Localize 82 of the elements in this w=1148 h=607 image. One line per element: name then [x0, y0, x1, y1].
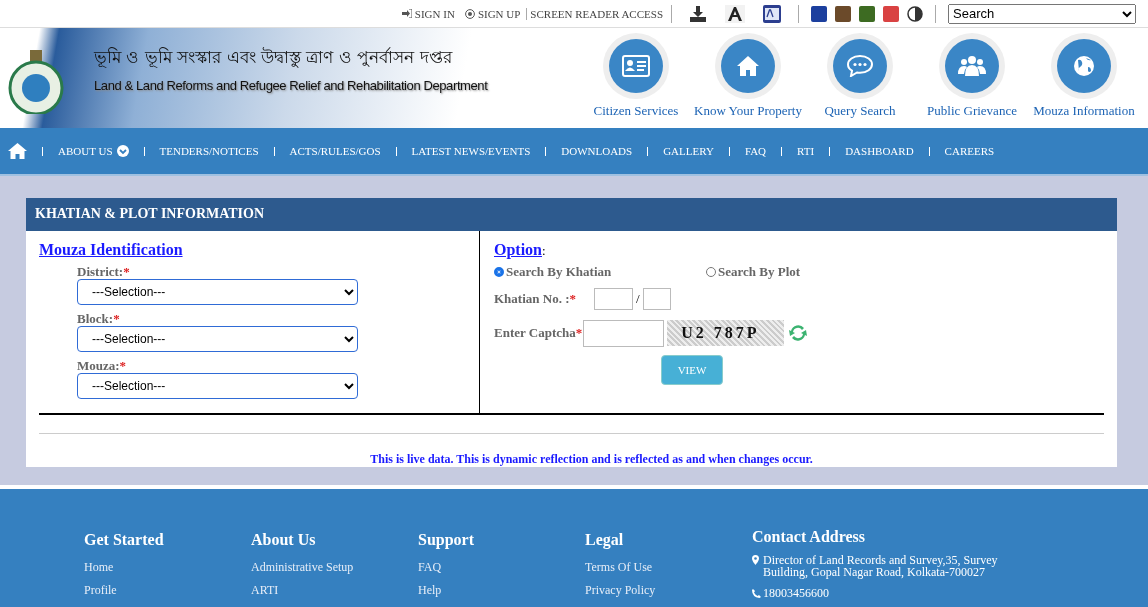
map-pin-icon — [752, 555, 759, 565]
home-link[interactable] — [8, 143, 27, 159]
contact-phone: 18003456600 — [763, 587, 829, 599]
chevron-down-icon — [116, 145, 129, 157]
theme-swatch[interactable] — [835, 5, 851, 22]
screen-reader-link[interactable]: SCREEN READER ACCESS — [530, 7, 663, 20]
selection-dropdown[interactable]: ---Selection--- — [77, 372, 358, 399]
footer-link[interactable]: Terms Of Use — [585, 560, 752, 575]
contrast-icon[interactable] — [907, 5, 923, 22]
speech-bubble-icon — [847, 55, 873, 77]
department-title: Land & Land Reforms and Refugee Relief and Rehabilitation Department — [94, 78, 488, 93]
panel-title: KHATIAN & PLOT INFORMATION — [26, 198, 1117, 231]
radio-option[interactable]: Search By Khatian — [494, 263, 706, 280]
radio-option[interactable]: Search By Plot — [706, 263, 918, 280]
field-label: Khatian No. :* — [494, 290, 577, 307]
globe-icon — [1073, 55, 1095, 77]
slash-text: / — [636, 290, 640, 307]
quick-link[interactable]: Public Grievance — [916, 28, 1028, 128]
theme-swatch[interactable] — [811, 5, 827, 22]
emblem-icon — [6, 50, 66, 114]
footer-link[interactable]: Help — [418, 583, 585, 598]
field-label: Mouza: — [77, 357, 120, 373]
nav-link[interactable]: GALLERY — [663, 145, 714, 157]
search-dropdown[interactable]: Search — [948, 3, 1136, 24]
id-card-icon — [622, 55, 650, 77]
nav-link[interactable]: CAREERS — [944, 145, 995, 157]
section-heading: Option — [494, 240, 542, 258]
selection-dropdown[interactable]: ---Selection--- — [77, 325, 358, 352]
department-title-bengali: ভূমি ও ভূমি সংস্কার এবং উদ্বাস্তু ত্রাণ ও পুনর্বাসন দপ্তর — [94, 46, 454, 70]
font-size-icon[interactable] — [725, 4, 745, 23]
phone-icon — [752, 588, 761, 598]
contact-address: Director of Land Records and Survey,35, Survey Building, Gopal Nagar Road, Kolkata-700027 — [763, 554, 999, 578]
nav-link[interactable]: RTI — [797, 145, 815, 157]
house-icon — [736, 55, 760, 77]
khatian-number-field[interactable] — [594, 287, 633, 310]
sign-in-link[interactable]: SIGN IN — [401, 7, 455, 20]
sign-in-icon — [401, 9, 412, 18]
language-icon[interactable] — [763, 4, 781, 23]
sign-up-link[interactable]: SIGN UP — [464, 7, 521, 20]
footer-link[interactable]: ARTI — [251, 583, 418, 598]
nav-link[interactable]: ACTS/RULES/GOS — [289, 145, 381, 157]
nav-link[interactable]: LATEST NEWS/EVENTS — [411, 145, 531, 157]
view-button[interactable]: VIEW — [661, 354, 723, 385]
people-icon — [958, 55, 986, 77]
captcha-field[interactable] — [583, 319, 665, 347]
quick-link[interactable]: Citizen Services — [580, 28, 692, 128]
nav-link[interactable]: DASHBOARD — [845, 145, 914, 157]
download-icon[interactable] — [689, 4, 707, 23]
footer-heading: Legal — [585, 531, 625, 549]
nav-link[interactable]: DOWNLOADS — [561, 145, 633, 157]
nav-menu-item[interactable]: ABOUT US — [58, 145, 129, 157]
required-asterisk: * — [119, 357, 127, 373]
nav-link[interactable]: TENDERS/NOTICES — [159, 145, 259, 157]
field-label: District: — [77, 263, 124, 279]
quick-link[interactable]: Know Your Property — [692, 28, 804, 128]
section-heading: Mouza Identification — [39, 240, 183, 258]
live-data-note: This is live data. This is dynamic reflection and is reflected as and when changes occur. — [369, 452, 813, 467]
refresh-icon[interactable] — [788, 323, 809, 344]
quick-link[interactable]: Mouza Information — [1028, 28, 1140, 128]
nav-link[interactable]: FAQ — [744, 145, 767, 157]
footer-link[interactable]: Privacy Policy — [585, 583, 752, 598]
field-label: Block: — [77, 310, 114, 326]
required-asterisk: * — [113, 310, 120, 326]
theme-swatch[interactable] — [859, 5, 875, 22]
captcha-image: U2 787P — [667, 320, 785, 347]
footer-heading: About Us — [251, 531, 317, 549]
footer-link[interactable]: Profile — [84, 583, 251, 598]
footer-link[interactable]: Home — [84, 560, 251, 575]
footer-heading: Support — [418, 531, 476, 549]
quick-link[interactable]: Query Search — [804, 28, 916, 128]
home-icon — [8, 143, 27, 159]
footer-heading: Contact Address — [752, 531, 867, 543]
theme-swatch[interactable] — [883, 5, 899, 22]
field-label: Enter Captcha* — [494, 325, 583, 342]
footer-heading: Get Started — [84, 531, 165, 549]
required-asterisk: * — [123, 263, 130, 279]
footer-link[interactable]: Administrative Setup — [251, 560, 418, 575]
selection-dropdown[interactable]: ---Selection--- — [77, 278, 358, 305]
khatian-sub-number-field[interactable] — [642, 287, 671, 310]
registered-icon — [464, 8, 475, 19]
footer-link[interactable]: FAQ — [418, 560, 585, 575]
colon-text: : — [542, 242, 546, 258]
